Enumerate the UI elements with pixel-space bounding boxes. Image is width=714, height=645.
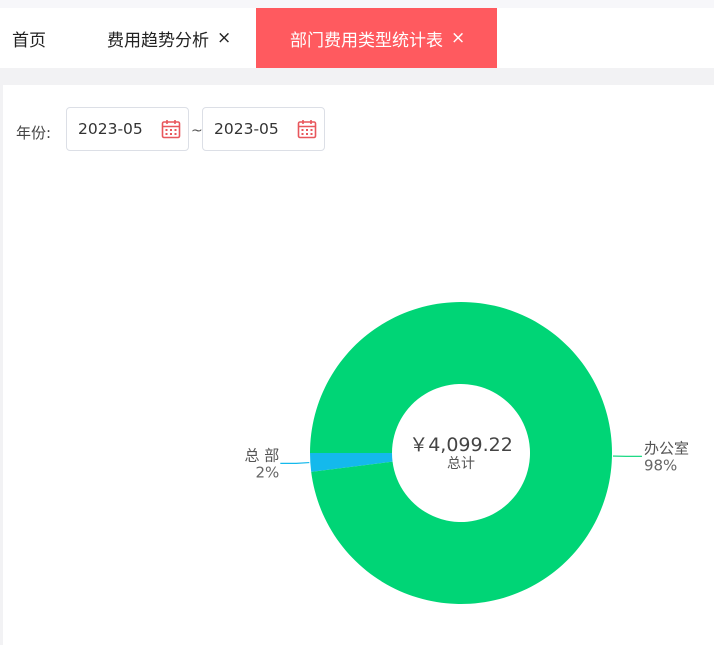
leader-line <box>280 461 310 464</box>
department-expense-donut-chart: 总 部2% 办公室98% ￥4,099.22 总计 <box>245 302 689 605</box>
slice-name-label: 办公室 <box>644 439 689 457</box>
slice-percent-label: 2% <box>256 463 280 481</box>
slice-name-label: 总 部 <box>245 446 280 464</box>
chart-total-label: 总计 <box>447 456 475 472</box>
slice-percent-label: 98% <box>644 456 677 474</box>
chart-total-value: ￥4,099.22 <box>409 434 513 456</box>
